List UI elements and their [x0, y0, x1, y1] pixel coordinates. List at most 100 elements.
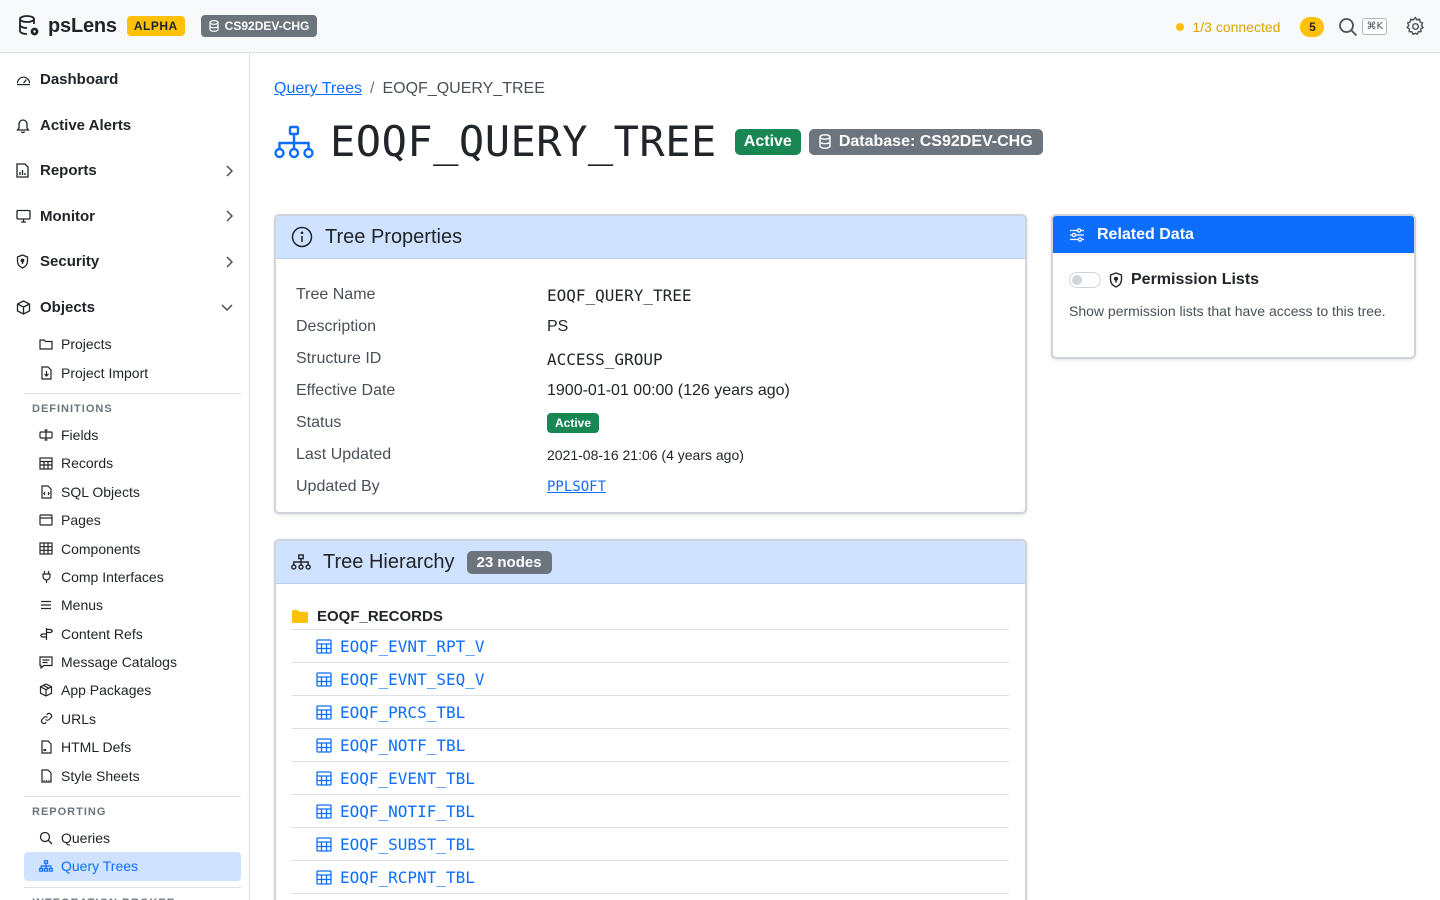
sidebar-item-queries[interactable]: Queries [24, 824, 241, 852]
database-gear-logo-icon [18, 14, 40, 38]
top-navbar: psLens ALPHA CS92DEV-CHG 1/3 connected 5… [0, 0, 1440, 53]
sidebar-item-label: Menus [61, 597, 104, 614]
sliders-icon [1069, 227, 1085, 242]
tree-node[interactable]: EOQF_PRCS_TBL [292, 696, 1009, 729]
sidebar-item-html-defs[interactable]: HTML Defs [24, 733, 241, 761]
sidebar-item-fields[interactable]: Fields [24, 421, 241, 449]
grid-icon [39, 542, 53, 555]
tree-node-label: EOQF_NOTF_TBL [340, 735, 466, 755]
permission-lists-title: Permission Lists [1131, 271, 1260, 288]
file-import-icon [39, 365, 53, 380]
sidebar-item-records[interactable]: Records [24, 449, 241, 477]
tree-node[interactable]: EOQF_NOTF_TBL [292, 729, 1009, 762]
property-label: Tree Name [296, 286, 376, 303]
property-label: Updated By [296, 478, 380, 495]
chevron-right-icon [225, 165, 233, 177]
page-title: EOQF_QUERY_TREE [330, 117, 717, 166]
file-css-icon [39, 769, 53, 783]
breadcrumb-link-query-trees[interactable]: Query Trees [274, 80, 362, 98]
speedometer-icon [16, 73, 32, 86]
sidebar-item-content-refs[interactable]: Content Refs [24, 620, 241, 648]
property-row: Description PS [296, 311, 1005, 343]
sidebar-item-label: Fields [61, 426, 99, 443]
tree-node[interactable]: EOQF_RCPNT_TBL [292, 861, 1009, 894]
tree-properties-card: Tree Properties Tree Name EOQF_QUERY_TRE… [274, 214, 1027, 514]
properties-list: Tree Name EOQF_QUERY_TREE Description PS… [276, 259, 1025, 512]
sidebar-item-menus[interactable]: Menus [24, 591, 241, 619]
sidebar-item-query-trees[interactable]: Query Trees [24, 852, 241, 881]
status-badge: Active [547, 413, 600, 433]
related-data-header: Related Data [1053, 216, 1414, 253]
tree-node[interactable]: EOQF_EVNT_SEQ_V [292, 663, 1009, 696]
tree-node[interactable]: EOQF_SUBST_TBL [292, 828, 1009, 861]
status-badge: Active [734, 128, 801, 155]
sidebar-item-active-alerts[interactable]: Active Alerts [0, 103, 249, 149]
tree-hierarchy-card: Tree Hierarchy 23 nodes EOQF_RECORDS EOQ… [274, 539, 1027, 900]
updated-by-link[interactable]: PPLSOFT [547, 479, 606, 495]
sidebar-item-urls[interactable]: URLs [24, 705, 241, 733]
folder-icon [292, 610, 308, 623]
property-value: 1900-01-01 00:00 (126 years ago) [547, 382, 790, 399]
info-circle-icon [291, 226, 313, 248]
card-title: Tree Hierarchy [323, 550, 455, 573]
table-icon [316, 671, 332, 687]
property-value: 2021-08-16 21:06 (4 years ago) [547, 447, 744, 463]
sidebar-item-sql-objects[interactable]: SQL Objects [24, 478, 241, 506]
search-button[interactable]: ⌘K [1338, 17, 1387, 37]
table-icon [316, 869, 332, 885]
brand[interactable]: psLens ALPHA [18, 14, 185, 38]
alert-count-badge[interactable]: 5 [1300, 16, 1325, 37]
table-icon [316, 737, 332, 753]
card-title: Related Data [1097, 225, 1194, 243]
file-code-icon [39, 485, 53, 499]
property-value: EOQF_QUERY_TREE [547, 285, 692, 305]
property-row: Effective Date 1900-01-01 00:00 (126 yea… [296, 375, 1005, 407]
tree-node[interactable]: EOQF_EVENT_TBL [292, 762, 1009, 795]
sidebar-item-components[interactable]: Components [24, 534, 241, 562]
property-row: Structure ID ACCESS_GROUP [296, 343, 1005, 375]
sidebar-item-label: Security [40, 253, 100, 271]
sidebar-item-dashboard[interactable]: Dashboard [0, 57, 249, 103]
tree-node-label: EOQF_EVNT_RPT_V [340, 636, 485, 656]
sidebar-item-app-packages[interactable]: App Packages [24, 676, 241, 704]
sidebar-item-style-sheets[interactable]: Style Sheets [24, 761, 241, 789]
property-value: ACCESS_GROUP [547, 349, 663, 369]
sidebar-item-label: URLs [61, 710, 97, 727]
package-icon [39, 683, 53, 698]
connection-status-text: 1/3 connected [1192, 18, 1281, 35]
sidebar-item-project-import[interactable]: Project Import [24, 358, 241, 386]
sidebar-item-label: Content Refs [61, 625, 143, 642]
sidebar-item-comp-interfaces[interactable]: Comp Interfaces [24, 563, 241, 591]
sidebar-item-label: SQL Objects [61, 483, 140, 500]
connection-status[interactable]: 1/3 connected [1176, 19, 1280, 35]
breadcrumb-current: EOQF_QUERY_TREE [382, 80, 545, 97]
sidebar-item-message-catalogs[interactable]: Message Catalogs [24, 648, 241, 676]
property-label: Description [296, 318, 377, 335]
signpost-icon [39, 627, 53, 641]
settings-button[interactable] [1405, 16, 1426, 37]
tree-node[interactable]: EOQF_NOTIF_TBL [292, 795, 1009, 828]
plug-icon [39, 570, 53, 584]
tree-node[interactable]: EOQF_EVNT_RPT_V [292, 630, 1009, 663]
tree-hierarchy-header: Tree Hierarchy 23 nodes [276, 541, 1025, 584]
property-value: PS [547, 318, 569, 335]
folder-icon [39, 338, 53, 350]
tree-node-label: EOQF_EVENT_TBL [340, 768, 475, 788]
property-row: Last Updated 2021-08-16 21:06 (4 years a… [296, 439, 1005, 471]
property-label: Structure ID [296, 350, 382, 367]
sidebar-item-label: Pages [61, 512, 101, 529]
sidebar-item-reports[interactable]: Reports [0, 148, 249, 194]
sidebar-item-pages[interactable]: Pages [24, 506, 241, 534]
sidebar: Dashboard Active Alerts Reports Monitor … [0, 53, 250, 900]
sidebar-item-label: Query Trees [61, 858, 139, 875]
status-dot-icon [1176, 22, 1185, 31]
tree-properties-header: Tree Properties [276, 216, 1025, 259]
tree-root-node[interactable]: EOQF_RECORDS [292, 604, 1009, 630]
database-chip[interactable]: CS92DEV-CHG [200, 15, 318, 37]
sidebar-item-objects[interactable]: Objects [0, 285, 249, 331]
permission-lists-toggle[interactable] [1069, 272, 1101, 288]
property-row: Tree Name EOQF_QUERY_TREE [296, 279, 1005, 311]
sidebar-item-security[interactable]: Security [0, 239, 249, 285]
sidebar-item-projects[interactable]: Projects [24, 330, 241, 358]
sidebar-item-monitor[interactable]: Monitor [0, 194, 249, 240]
